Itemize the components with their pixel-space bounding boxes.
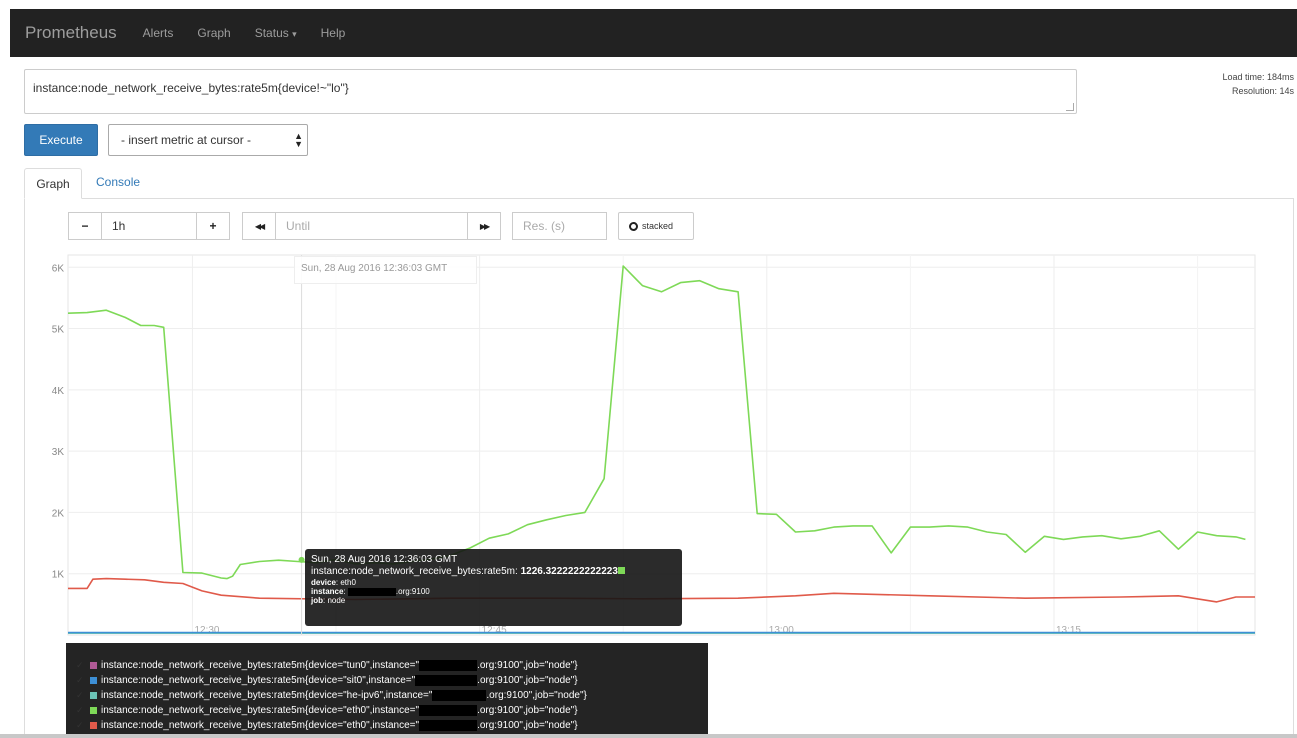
redaction-bar bbox=[419, 705, 478, 716]
check-icon: ✓ bbox=[76, 660, 84, 670]
nav-help[interactable]: Help bbox=[321, 26, 346, 40]
redaction-bar bbox=[419, 720, 478, 731]
tooltip-job-key: job bbox=[311, 596, 323, 605]
hover-marker bbox=[298, 255, 305, 635]
tooltip-metric-line: instance:node_network_receive_bytes:rate… bbox=[311, 566, 676, 578]
stacked-label: stacked bbox=[642, 221, 674, 231]
legend-suffix: .org:9100",job="node"} bbox=[477, 705, 578, 716]
tooltip-device-key: device bbox=[311, 578, 336, 587]
hover-point bbox=[298, 556, 305, 563]
range-decrease-button[interactable]: − bbox=[68, 212, 102, 240]
y-tick-label: 6K bbox=[52, 263, 65, 274]
stacked-toggle[interactable]: stacked bbox=[618, 212, 694, 240]
radio-icon bbox=[629, 221, 638, 231]
redaction-bar bbox=[432, 690, 487, 701]
tooltip-instance-key: instance bbox=[311, 587, 344, 596]
y-tick-label: 4K bbox=[52, 386, 65, 397]
nav-alerts[interactable]: Alerts bbox=[143, 26, 174, 40]
tooltip-device-val: : eth0 bbox=[335, 578, 356, 587]
series-swatch bbox=[90, 722, 97, 729]
resize-handle-icon[interactable] bbox=[1066, 103, 1074, 111]
legend-prefix: instance:node_network_receive_bytes:rate… bbox=[101, 690, 433, 701]
legend-prefix: instance:node_network_receive_bytes:rate… bbox=[101, 660, 420, 671]
resolution-input[interactable]: Res. (s) bbox=[512, 212, 607, 240]
x-axis: 12:30 12:45 13:00 13:15 bbox=[194, 625, 1081, 636]
y-tick-label: 2K bbox=[52, 508, 65, 519]
legend-suffix: .org:9100",job="node"} bbox=[486, 690, 587, 701]
until-input[interactable]: Until bbox=[275, 212, 468, 240]
redaction-bar bbox=[415, 675, 478, 686]
resolution-info: Resolution: 14s bbox=[1231, 86, 1294, 96]
tooltip-device: device: eth0 bbox=[311, 578, 676, 587]
legend-suffix: .org:9100",job="node"} bbox=[477, 675, 578, 686]
series-swatch bbox=[90, 677, 97, 684]
insert-metric-label: - insert metric at cursor - bbox=[121, 133, 252, 147]
tooltip-value: 1226.3222222222223 bbox=[520, 566, 618, 577]
expression-text: instance:node_network_receive_bytes:rate… bbox=[33, 81, 349, 95]
series-swatch bbox=[90, 707, 97, 714]
tooltip-metric: instance:node_network_receive_bytes:rate… bbox=[311, 566, 518, 577]
legend-suffix: .org:9100",job="node"} bbox=[477, 660, 578, 671]
nav-status-label: Status bbox=[254, 26, 289, 40]
tabs-divider bbox=[24, 198, 1294, 199]
horizontal-scrollbar[interactable] bbox=[0, 734, 1297, 738]
time-back-button[interactable]: ◀◀ bbox=[242, 212, 276, 240]
navbar: Prometheus Alerts Graph Status ▾ Help bbox=[10, 9, 1297, 57]
check-icon: ✓ bbox=[76, 675, 84, 685]
load-time: Load time: 184ms bbox=[1222, 72, 1294, 82]
resolution-placeholder: Res. (s) bbox=[523, 219, 565, 233]
check-icon: ✓ bbox=[76, 705, 84, 715]
hover-time-label: Sun, 28 Aug 2016 12:36:03 GMT bbox=[294, 256, 477, 284]
x-tick-label: 12:30 bbox=[194, 625, 219, 636]
tab-console[interactable]: Console bbox=[96, 175, 140, 189]
select-arrows-icon: ▲ ▼ bbox=[294, 131, 303, 149]
tooltip-instance-val: .org:9100 bbox=[395, 587, 430, 596]
data-tooltip: Sun, 28 Aug 2016 12:36:03 GMT instance:n… bbox=[305, 549, 682, 626]
until-placeholder: Until bbox=[286, 219, 311, 233]
brand-logo[interactable]: Prometheus bbox=[25, 23, 117, 43]
range-increase-button[interactable]: + bbox=[196, 212, 230, 240]
legend-item[interactable]: ✓ instance:node_network_receive_bytes:ra… bbox=[66, 703, 708, 718]
tooltip-job: job: node bbox=[311, 596, 676, 605]
load-info: Load time: 184ms Resolution: 14s bbox=[1186, 70, 1294, 98]
check-icon: ✓ bbox=[76, 690, 84, 700]
legend-prefix: instance:node_network_receive_bytes:rate… bbox=[101, 720, 420, 731]
legend-item[interactable]: ✓ instance:node_network_receive_bytes:ra… bbox=[66, 718, 708, 733]
check-icon: ✓ bbox=[76, 720, 84, 730]
execute-button[interactable]: Execute bbox=[24, 124, 98, 156]
x-tick-label: 13:00 bbox=[769, 625, 794, 636]
tooltip-instance: instance: .org:9100 bbox=[311, 587, 430, 596]
redaction-bar bbox=[419, 660, 478, 671]
legend-suffix: .org:9100",job="node"} bbox=[477, 720, 578, 731]
tooltip-job-val: : node bbox=[323, 596, 346, 605]
legend: ✓ instance:node_network_receive_bytes:ra… bbox=[66, 643, 708, 738]
tab-graph[interactable]: Graph bbox=[24, 168, 82, 199]
legend-prefix: instance:node_network_receive_bytes:rate… bbox=[101, 705, 420, 716]
nav-status[interactable]: Status ▾ bbox=[255, 26, 297, 40]
y-tick-label: 1K bbox=[52, 570, 65, 581]
tooltip-time: Sun, 28 Aug 2016 12:36:03 GMT bbox=[311, 554, 458, 565]
nav-graph[interactable]: Graph bbox=[197, 26, 230, 40]
series-swatch bbox=[90, 662, 97, 669]
legend-item[interactable]: ✓ instance:node_network_receive_bytes:ra… bbox=[66, 673, 708, 688]
y-axis: 1K 2K 3K 4K 5K 6K bbox=[52, 263, 65, 580]
chevron-down-icon: ▾ bbox=[292, 29, 297, 39]
range-input[interactable]: 1h bbox=[101, 212, 197, 240]
tooltip-series-swatch bbox=[617, 567, 625, 574]
redaction-bar bbox=[347, 587, 396, 596]
series-line bbox=[67, 265, 1246, 580]
series-swatch bbox=[90, 692, 97, 699]
insert-metric-select[interactable]: - insert metric at cursor - ▲ ▼ bbox=[108, 124, 308, 156]
legend-item[interactable]: ✓ instance:node_network_receive_bytes:ra… bbox=[66, 658, 708, 673]
expression-input[interactable]: instance:node_network_receive_bytes:rate… bbox=[24, 69, 1077, 114]
legend-item[interactable]: ✓ instance:node_network_receive_bytes:ra… bbox=[66, 688, 708, 703]
time-forward-button[interactable]: ▶▶ bbox=[467, 212, 501, 240]
y-tick-label: 3K bbox=[52, 447, 65, 458]
x-tick-label: 13:15 bbox=[1056, 625, 1081, 636]
legend-prefix: instance:node_network_receive_bytes:rate… bbox=[101, 675, 416, 686]
x-tick-label: 12:45 bbox=[482, 625, 507, 636]
y-tick-label: 5K bbox=[52, 325, 65, 336]
